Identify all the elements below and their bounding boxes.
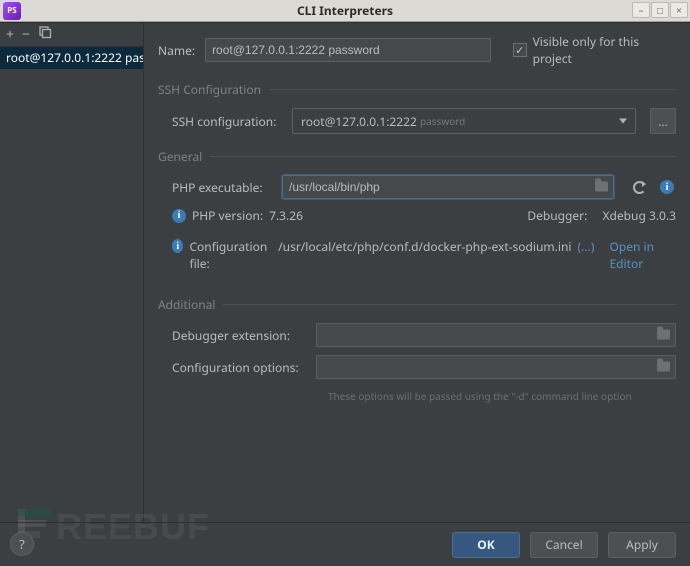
- ssh-config-combo[interactable]: root@127.0.0.1:2222 password: [292, 108, 636, 134]
- chevron-down-icon: [619, 119, 627, 124]
- copy-icon[interactable]: [38, 25, 52, 44]
- browse-icon[interactable]: [595, 179, 608, 196]
- window-title: CLI Interpreters: [0, 2, 690, 19]
- dialog-button-bar: OK Cancel Apply: [0, 522, 690, 566]
- browse-icon[interactable]: [657, 359, 670, 376]
- interpreter-list-pane: + − root@127.0.0.1:2222 password: [0, 23, 144, 522]
- additional-section-header: Additional: [158, 296, 676, 313]
- visible-only-checkbox[interactable]: ✓: [513, 43, 527, 57]
- apply-button[interactable]: Apply: [608, 532, 676, 558]
- config-options-hint: These options will be passed using the "…: [328, 389, 632, 403]
- main-area: + − root@127.0.0.1:2222 password Name: ✓…: [0, 22, 690, 522]
- details-pane: Name: ✓ Visible only for this project SS…: [144, 23, 690, 522]
- maximize-icon[interactable]: □: [651, 2, 669, 18]
- name-input[interactable]: [205, 38, 491, 62]
- debugger-ext-input[interactable]: [316, 323, 676, 347]
- browse-icon[interactable]: [657, 327, 670, 344]
- help-button[interactable]: ?: [10, 532, 34, 556]
- ssh-config-label: SSH configuration:: [172, 113, 282, 130]
- ssh-combo-value: root@127.0.0.1:2222: [301, 113, 417, 130]
- add-icon[interactable]: +: [6, 25, 14, 44]
- ssh-more-button[interactable]: …: [650, 108, 676, 134]
- config-options-input[interactable]: [316, 355, 676, 379]
- info-icon: i: [172, 209, 186, 223]
- open-in-editor-link[interactable]: Open in Editor: [609, 238, 676, 272]
- debugger-ext-label: Debugger extension:: [172, 327, 306, 344]
- close-icon[interactable]: ×: [670, 2, 688, 18]
- php-exe-label: PHP executable:: [172, 179, 272, 196]
- info-icon[interactable]: i: [660, 180, 674, 194]
- list-item[interactable]: root@127.0.0.1:2222 password: [0, 47, 143, 69]
- php-version-label: PHP version:: [192, 207, 263, 224]
- ssh-section-header: SSH Configuration: [158, 81, 676, 98]
- left-toolbar: + −: [0, 23, 143, 47]
- general-section-header: General: [158, 148, 676, 165]
- config-file-label: Configuration file:: [189, 238, 272, 272]
- php-version-value: 7.3.26: [269, 207, 303, 224]
- minimize-icon[interactable]: –: [632, 2, 650, 18]
- remove-icon[interactable]: −: [22, 25, 30, 44]
- info-icon: i: [172, 239, 183, 253]
- list-item-label: root@127.0.0.1:2222 password: [6, 49, 143, 66]
- reload-icon[interactable]: [633, 181, 646, 194]
- title-bar: PS CLI Interpreters – □ ×: [0, 0, 690, 22]
- name-label: Name:: [158, 42, 195, 59]
- ok-button[interactable]: OK: [452, 532, 520, 558]
- ssh-combo-hint: password: [420, 114, 465, 128]
- visible-only-label: Visible only for this project: [533, 33, 676, 67]
- debugger-value: Xdebug 3.0.3: [602, 207, 676, 224]
- config-options-label: Configuration options:: [172, 359, 306, 376]
- php-exe-input[interactable]: [282, 175, 614, 199]
- config-file-more[interactable]: (...): [577, 238, 594, 255]
- config-file-value: /usr/local/etc/php/conf.d/docker-php-ext…: [278, 238, 571, 255]
- interpreter-list[interactable]: root@127.0.0.1:2222 password: [0, 47, 143, 522]
- cancel-button[interactable]: Cancel: [530, 532, 598, 558]
- debugger-label: Debugger:: [527, 207, 587, 224]
